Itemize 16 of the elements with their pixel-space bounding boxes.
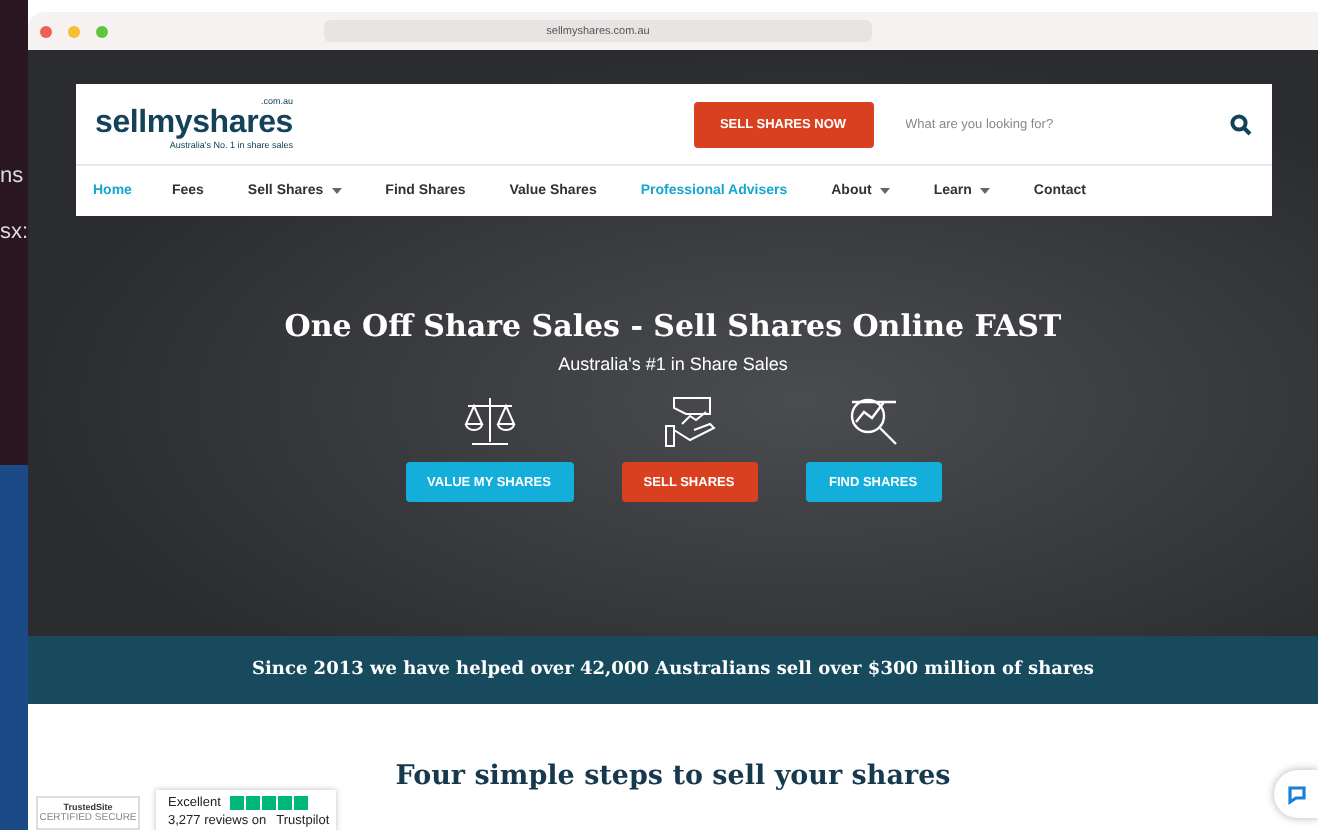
background-window-text: ns <box>0 164 26 188</box>
scales-icon <box>459 394 519 450</box>
chat-icon <box>1285 783 1307 805</box>
hero-title: One Off Share Sales - Sell Shares Online FAST <box>284 308 1062 344</box>
minimize-icon[interactable] <box>68 25 80 37</box>
banner-text: Since 2013 we have helped over 42,000 Australians sell over $300 million of shares <box>252 660 1094 680</box>
caret-icon <box>879 187 890 195</box>
close-icon[interactable] <box>40 25 52 37</box>
search-icon[interactable] <box>1229 113 1251 135</box>
caret-icon <box>331 187 342 195</box>
zoom-icon[interactable] <box>96 25 108 37</box>
section-heading: Four simple steps to sell your shares <box>395 760 951 792</box>
background-window-text: sx: <box>0 220 28 244</box>
caret-icon <box>979 187 990 195</box>
hero-subtitle: Australia's #1 in Share Sales <box>558 354 788 374</box>
chat-button[interactable] <box>1274 770 1318 818</box>
